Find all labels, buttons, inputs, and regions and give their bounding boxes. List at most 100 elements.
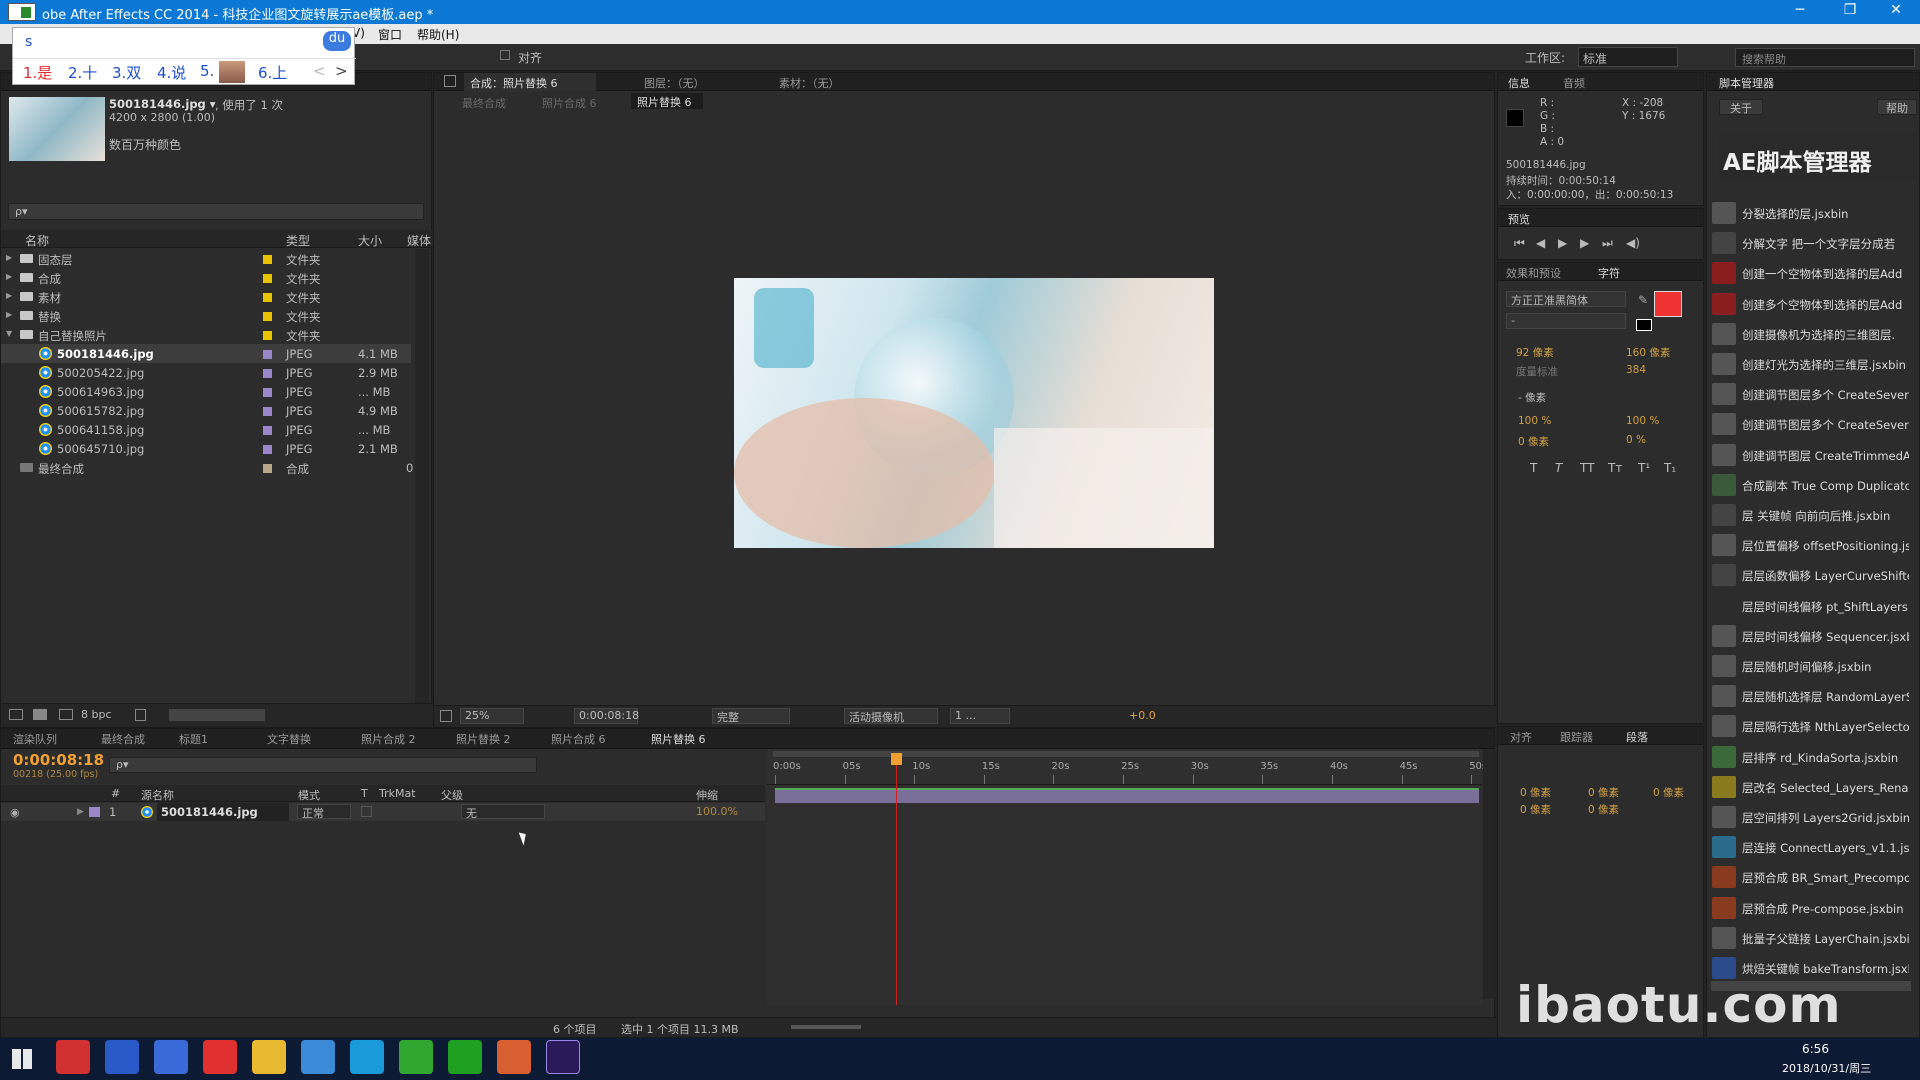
stretch-value[interactable]: 100.0% [696,805,738,818]
expand-icon[interactable]: ▶ [6,310,12,319]
tab-audio[interactable]: 音频 [1563,75,1585,91]
after-effects-icon[interactable] [546,1040,580,1074]
col-trkmat[interactable]: TrkMat [379,787,416,800]
workspace-select[interactable]: 标准 [1578,47,1678,67]
tab-footage[interactable]: 素材：（无） [779,75,840,91]
visibility-eye-icon[interactable]: ◉ [10,806,20,819]
preserve-transparency-checkbox[interactable] [361,806,372,817]
timeline-search-input[interactable]: ρ▾ [109,757,537,773]
col-mode[interactable]: 模式 [298,787,320,803]
project-item[interactable]: ▶ 替换 文件夹 [1,306,411,325]
small-caps-button[interactable]: Tт [1608,461,1622,475]
fill-color-swatch[interactable] [1654,291,1682,317]
script-item[interactable]: 层层随机时间偏移.jsxbin [1709,651,1909,681]
script-item[interactable]: 层改名 Selected_Layers_Renam [1709,772,1909,802]
layer-expand-icon[interactable]: ▶ [77,807,84,817]
script-item[interactable]: 合成副本 True Comp Duplicator.j [1709,470,1909,500]
timeline-tab[interactable]: 照片合成 6 [551,731,606,747]
breadcrumb-3[interactable]: 照片替换 6 [631,93,703,109]
restore-button[interactable]: ❐ [1830,2,1870,22]
tab-align[interactable]: 对齐 [1510,729,1532,745]
zoom-slider[interactable] [791,1025,861,1029]
vertical-scale-value[interactable]: 100 % [1518,415,1551,427]
layer-row[interactable]: ◉ ▶ 1 500181446.jpg 正常 无 100.0% [1,803,765,821]
script-item[interactable]: 层层时间线偏移 pt_ShiftLayers.jsxbin [1709,591,1909,621]
script-item[interactable]: 创建多个空物体到选择的层Add [1709,289,1909,319]
col-name[interactable]: 名称 [25,232,49,249]
label-color[interactable] [263,350,272,359]
camera-select[interactable]: 活动摄像机 [844,708,938,724]
script-item[interactable]: 层预合成 BR_Smart_Precompos [1709,862,1909,892]
iqiyi-icon[interactable] [448,1040,482,1074]
new-folder-icon[interactable] [33,709,47,720]
label-color[interactable] [263,407,272,416]
label-color[interactable] [263,312,272,321]
script-item[interactable]: 层位置偏移 offsetPositioning.jsx [1709,530,1909,560]
script-item[interactable]: 批量子父链接 LayerChain.jsxbin [1709,923,1909,953]
tab-layer[interactable]: 图层：（无） [644,75,705,91]
script-item[interactable]: 层 关键帧 向前向后推.jsxbin [1709,500,1909,530]
layer-duration-bar[interactable] [775,788,1479,803]
baidu-netdisk-icon[interactable] [154,1040,188,1074]
expand-icon[interactable]: ▼ [6,329,12,338]
expand-icon[interactable]: ▶ [6,272,12,281]
interpret-footage-icon[interactable] [9,709,23,720]
wps-icon[interactable] [203,1040,237,1074]
ime-prev-icon[interactable]: < [313,62,326,80]
trash-icon[interactable] [135,709,146,721]
label-color[interactable] [263,331,272,340]
prev-frame-icon[interactable]: ◀ [1536,236,1545,250]
script-item[interactable]: 层层时间线偏移 Sequencer.jsxbin [1709,621,1909,651]
ime-candidate-6[interactable]: 6.上 [258,62,287,83]
project-item[interactable]: 500641158.jpg JPEG ... MB [1,420,411,439]
tracking-value[interactable]: 384 [1626,364,1646,376]
close-button[interactable]: ✕ [1876,2,1916,22]
always-preview-icon[interactable] [440,710,452,722]
project-hscrollbar[interactable] [169,709,265,721]
subscript-button[interactable]: T₁ [1664,461,1676,475]
script-item[interactable]: 分裂选择的层.jsxbin [1709,198,1909,228]
faux-bold-button[interactable]: T [1530,461,1537,475]
tsume-value[interactable]: 0 % [1626,434,1646,446]
ime-candidate-1[interactable]: 1.是 [23,62,52,83]
about-button[interactable]: 关于 [1719,99,1763,115]
col-type[interactable]: 类型 [286,232,310,249]
superscript-button[interactable]: T¹ [1638,461,1650,475]
tab-comp[interactable]: 合成：照片替换 6 [464,73,596,91]
tab-character[interactable]: 字符 [1598,265,1620,281]
breadcrumb-2[interactable]: 照片合成 6 [542,95,597,111]
comp-viewer[interactable] [734,278,1214,548]
script-item[interactable]: 分解文字 把一个文字层分成若 [1709,228,1909,258]
ime-candidate-3[interactable]: 3.双 [112,62,141,83]
tab-preview[interactable]: 预览 [1508,211,1530,227]
resolution-select[interactable]: 完整 [712,708,790,724]
col-size[interactable]: 大小 [358,232,382,249]
timeline-tab[interactable]: 照片替换 2 [456,731,511,747]
col-media[interactable]: 媒体 [407,232,431,249]
script-item[interactable]: 创建灯光为选择的三维层.jsxbin [1709,349,1909,379]
space-after-value[interactable]: 0 像素 [1588,802,1619,817]
script-item[interactable]: 创建一个空物体到选择的层Add [1709,258,1909,288]
bpc-button[interactable]: 8 bpc [81,708,112,721]
project-item[interactable]: ▶ 固态层 文件夹 [1,249,411,268]
timeline-timecode[interactable]: 0:00:08:18 [13,751,104,769]
timeline-tab[interactable]: 照片替换 6 [651,731,706,747]
indent-first-value[interactable]: 0 像素 [1588,785,1619,800]
eyedropper-icon[interactable]: ✎ [1638,293,1648,307]
tab-effects-presets[interactable]: 效果和预设 [1506,265,1561,281]
layer-label-color[interactable] [89,807,100,817]
timeline-tab[interactable]: 标题1 [179,731,208,747]
menu-window[interactable]: 窗口 [378,26,402,43]
script-item[interactable]: 创建调节图层 CreateTrimmedAd [1709,440,1909,470]
project-item[interactable]: 500645710.jpg JPEG 2.1 MB [1,439,411,458]
views-select[interactable]: 1 ... [950,708,1010,724]
label-color[interactable] [263,274,272,283]
app-icon-blue[interactable] [301,1040,335,1074]
netease-music-icon[interactable] [56,1040,90,1074]
label-color[interactable] [263,426,272,435]
next-frame-icon[interactable]: ▶ [1580,236,1589,250]
windows-start-icon[interactable] [12,1049,32,1069]
script-item[interactable]: 层空间排列 Layers2Grid.jsxbin [1709,802,1909,832]
tab-tracker[interactable]: 跟踪器 [1560,729,1593,745]
mute-icon[interactable]: ◀) [1626,236,1640,250]
